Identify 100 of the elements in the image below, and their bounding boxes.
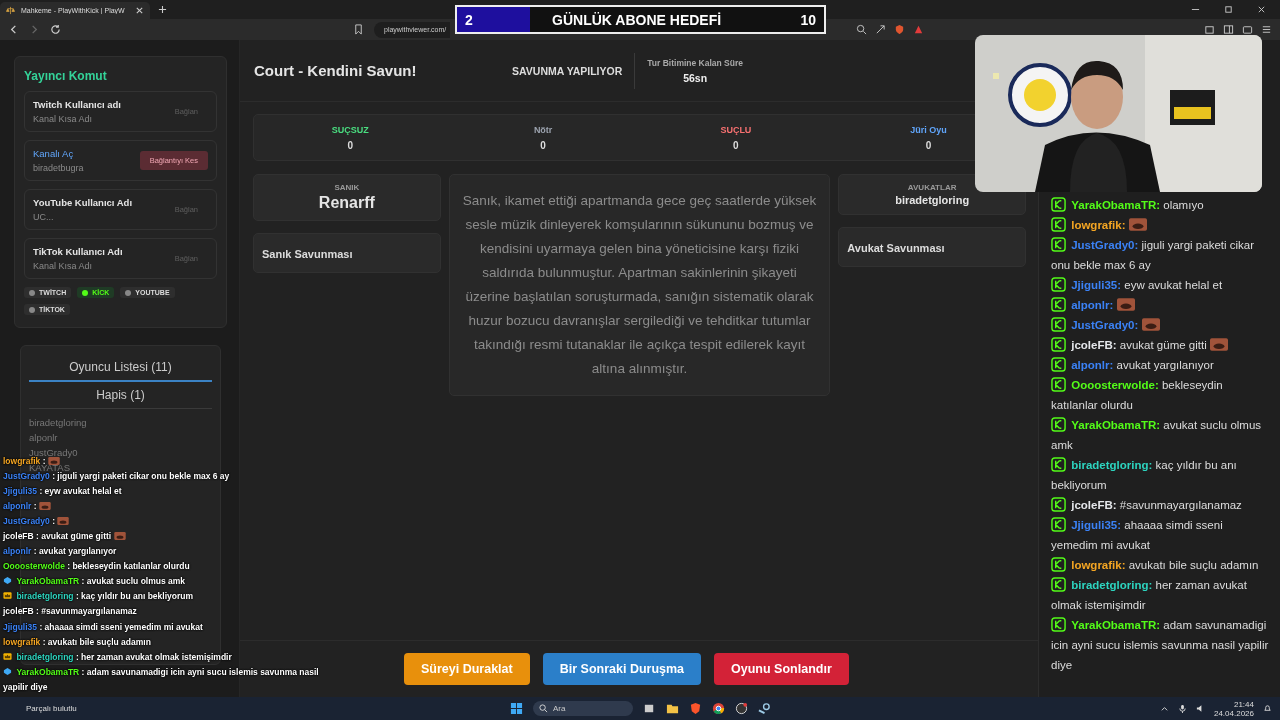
timer-value: 56sn (683, 71, 708, 84)
kick-badge-icon (1051, 457, 1066, 472)
chevron-up-icon[interactable] (1159, 704, 1169, 713)
player-name: biradetgloring (29, 417, 88, 428)
field-label: YouTube Kullanıcı Adı (33, 197, 133, 208)
chat-message: lowgrafik: avukatı bile suçlu adamın (1051, 555, 1270, 575)
kick-badge-icon (1051, 297, 1066, 312)
field-label: Twitch Kullanıcı adı (33, 99, 122, 110)
panel-title: Yayıncı Komut (24, 69, 108, 83)
overlay-chat-message: jcoleFB : avukat güme gitti (3, 528, 126, 545)
card-label: AVUKATLAR (907, 183, 957, 192)
lawyer-name: biradetgloring (895, 194, 970, 206)
chat-message: YarakObamaTR: adam savunamadigi icin ayni sucu islemis savunma nasil yapilir diye (1051, 616, 1270, 673)
kick-badge-icon (1051, 517, 1066, 532)
vote-count: 0 (733, 139, 739, 151)
goal-title: GÜNLÜK ABONE HEDEFİ (551, 11, 723, 28)
chat-message: alponlr: (1051, 295, 1270, 315)
overlay-chat-message: alponlr : avukat yargılanıyor (3, 545, 117, 559)
goal-target: 10 (800, 11, 816, 28)
new-tab-icon[interactable] (158, 5, 167, 14)
chat-message: YarakObamaTR: olamıyo (1051, 195, 1270, 215)
close-icon[interactable] (135, 6, 144, 15)
close-icon[interactable] (1257, 5, 1266, 14)
kick-badge-icon (1051, 417, 1066, 432)
chat-message: biradetgloring: kaç yıldır bu anı bekliyorum (1051, 456, 1238, 493)
chat-message: jcoleFB: #savunmayargılanamaz (1051, 495, 1270, 515)
username-field[interactable]: UC... (33, 212, 133, 222)
sidebar-icon[interactable] (1223, 24, 1234, 35)
clock-time: 21:44 (1233, 699, 1254, 709)
phase-label: SAVUNMA YAPILIYOR (512, 52, 636, 89)
windows-start-icon[interactable] (510, 702, 523, 715)
overlay-chat-message: jcoleFB : #savunmayargılanamaz (3, 605, 137, 619)
overlay-chat-message: alponlr : (3, 498, 51, 514)
player-name: JustGrady0 (29, 447, 79, 458)
username-field[interactable]: Kanal Kısa Adı (33, 261, 133, 271)
kick-badge-icon (1051, 277, 1066, 292)
task-view-icon[interactable] (643, 702, 656, 715)
channel-link[interactable]: Kanalı Aç (33, 148, 133, 159)
vote-label: Jüri Oyu (910, 124, 947, 135)
overlay-chat-message: Jjiguli35 : eyw avukat helal et (3, 484, 122, 498)
reload-icon[interactable] (50, 24, 61, 35)
card-label: SANIK (334, 183, 360, 192)
chat-message: lowgrafik: (1051, 215, 1270, 235)
action-button[interactable]: Oyunu Sonlandır (714, 653, 849, 685)
chat-message: JustGrady0: (1051, 315, 1270, 335)
menu-icon[interactable] (1261, 24, 1272, 35)
scales-icon (6, 6, 15, 15)
username-field[interactable]: Kanal Kısa Adı (33, 114, 133, 124)
field-label: TikTok Kullanıcı Adı (33, 246, 124, 257)
defendant-name: Renarff (318, 194, 375, 212)
kick-badge-icon (1051, 557, 1066, 572)
shield-icon[interactable] (894, 24, 905, 35)
kick-badge-icon (1051, 237, 1066, 252)
steam-icon[interactable] (758, 702, 771, 715)
card-title: Avukat Savunması (847, 242, 945, 254)
kick-badge-icon (1051, 217, 1066, 232)
search-field[interactable]: Ara (533, 701, 633, 716)
overlay-chat-message: YarakObamaTR : avukat suclu olmus amk (3, 574, 186, 590)
kick-badge-icon (1051, 357, 1066, 372)
maximize-icon[interactable] (1224, 5, 1233, 14)
chat-message: alponlr: avukat yargılanıyor (1051, 355, 1270, 375)
vote-label: SUÇLU (720, 124, 752, 135)
action-button[interactable]: Bir Sonraki Duruşma (542, 653, 702, 685)
username-field[interactable]: biradetbugra (33, 163, 133, 173)
vote-label: Nötr (533, 124, 553, 135)
zoom-icon[interactable] (856, 24, 867, 35)
kick-badge-icon (1051, 577, 1066, 592)
goal-current: 2 (465, 11, 473, 28)
clock-date: 24.04.2026 (1213, 708, 1254, 718)
share-icon[interactable] (875, 24, 886, 35)
bookmark-icon[interactable] (353, 24, 364, 35)
kick-badge-icon (1051, 197, 1066, 212)
triangle-icon[interactable] (913, 24, 924, 35)
chat-message: jcoleFB: avukat güme gitti (1051, 335, 1270, 355)
list-tab[interactable]: Oyuncu Listesi (11) (29, 354, 212, 382)
folder-icon[interactable] (666, 702, 679, 715)
chrome-icon[interactable] (712, 702, 725, 715)
game-title: Court - Kendini Savun! (254, 62, 418, 79)
list-tab[interactable]: Hapis (1) (29, 382, 212, 409)
overlay-chat-message: biradetgloring : her zaman avukat olmak istemişimdir (3, 649, 232, 665)
search-icon (539, 704, 548, 713)
vote-label: SUÇSUZ (331, 124, 369, 135)
overlay-chat-message: Oooosterwolde : bekleseydin katılanlar olurdu (3, 560, 190, 574)
kick-badge-icon (1051, 497, 1066, 512)
kick-badge-icon (1051, 377, 1066, 392)
kick-badge-icon (1051, 617, 1066, 632)
overlay-chat-message: lowgrafik : avukatı bile suçlu adamın (3, 635, 151, 649)
overlay-chat-message: biradetgloring : kaç yıldır bu anı bekliyorum (3, 589, 194, 605)
card-title: Sanık Savunması (262, 248, 353, 260)
bell-icon[interactable] (1263, 704, 1272, 713)
kick-badge-icon (1051, 337, 1066, 352)
vote-count: 0 (540, 139, 546, 151)
overlay-chat-message: Jjiguli35 : ahaaaa simdi sseni yemedim mi avukat (3, 620, 203, 634)
timer-label: Tur Bitimine Kalan Süre (647, 57, 743, 68)
vote-count: 0 (925, 139, 932, 151)
case-text: Sanık, ikamet ettiği apartmanda gece geç saatlerde yüksek sesle müzik dinleyerek komşularının sükununu bozmuş ve kendisini uyarmaya gelen bina yöneticisine karşı fiziki saldırıda bulunmuştur. Apartman sakinlerinin şikayeti üzerine başlatılan soruşturmada, sanığın sistematik olarak huzur bozucu davranışlar sergilediği ve tehditkar tutumlar takındığı resmi tutanaklar ile açıkça tespit edilerek kayıt altına alınmıştır. (461, 192, 818, 378)
kick-badge-icon (1051, 317, 1066, 332)
microphone-icon[interactable] (1177, 704, 1187, 713)
vote-count: 0 (347, 139, 354, 151)
player-name: alponlr (29, 432, 59, 443)
